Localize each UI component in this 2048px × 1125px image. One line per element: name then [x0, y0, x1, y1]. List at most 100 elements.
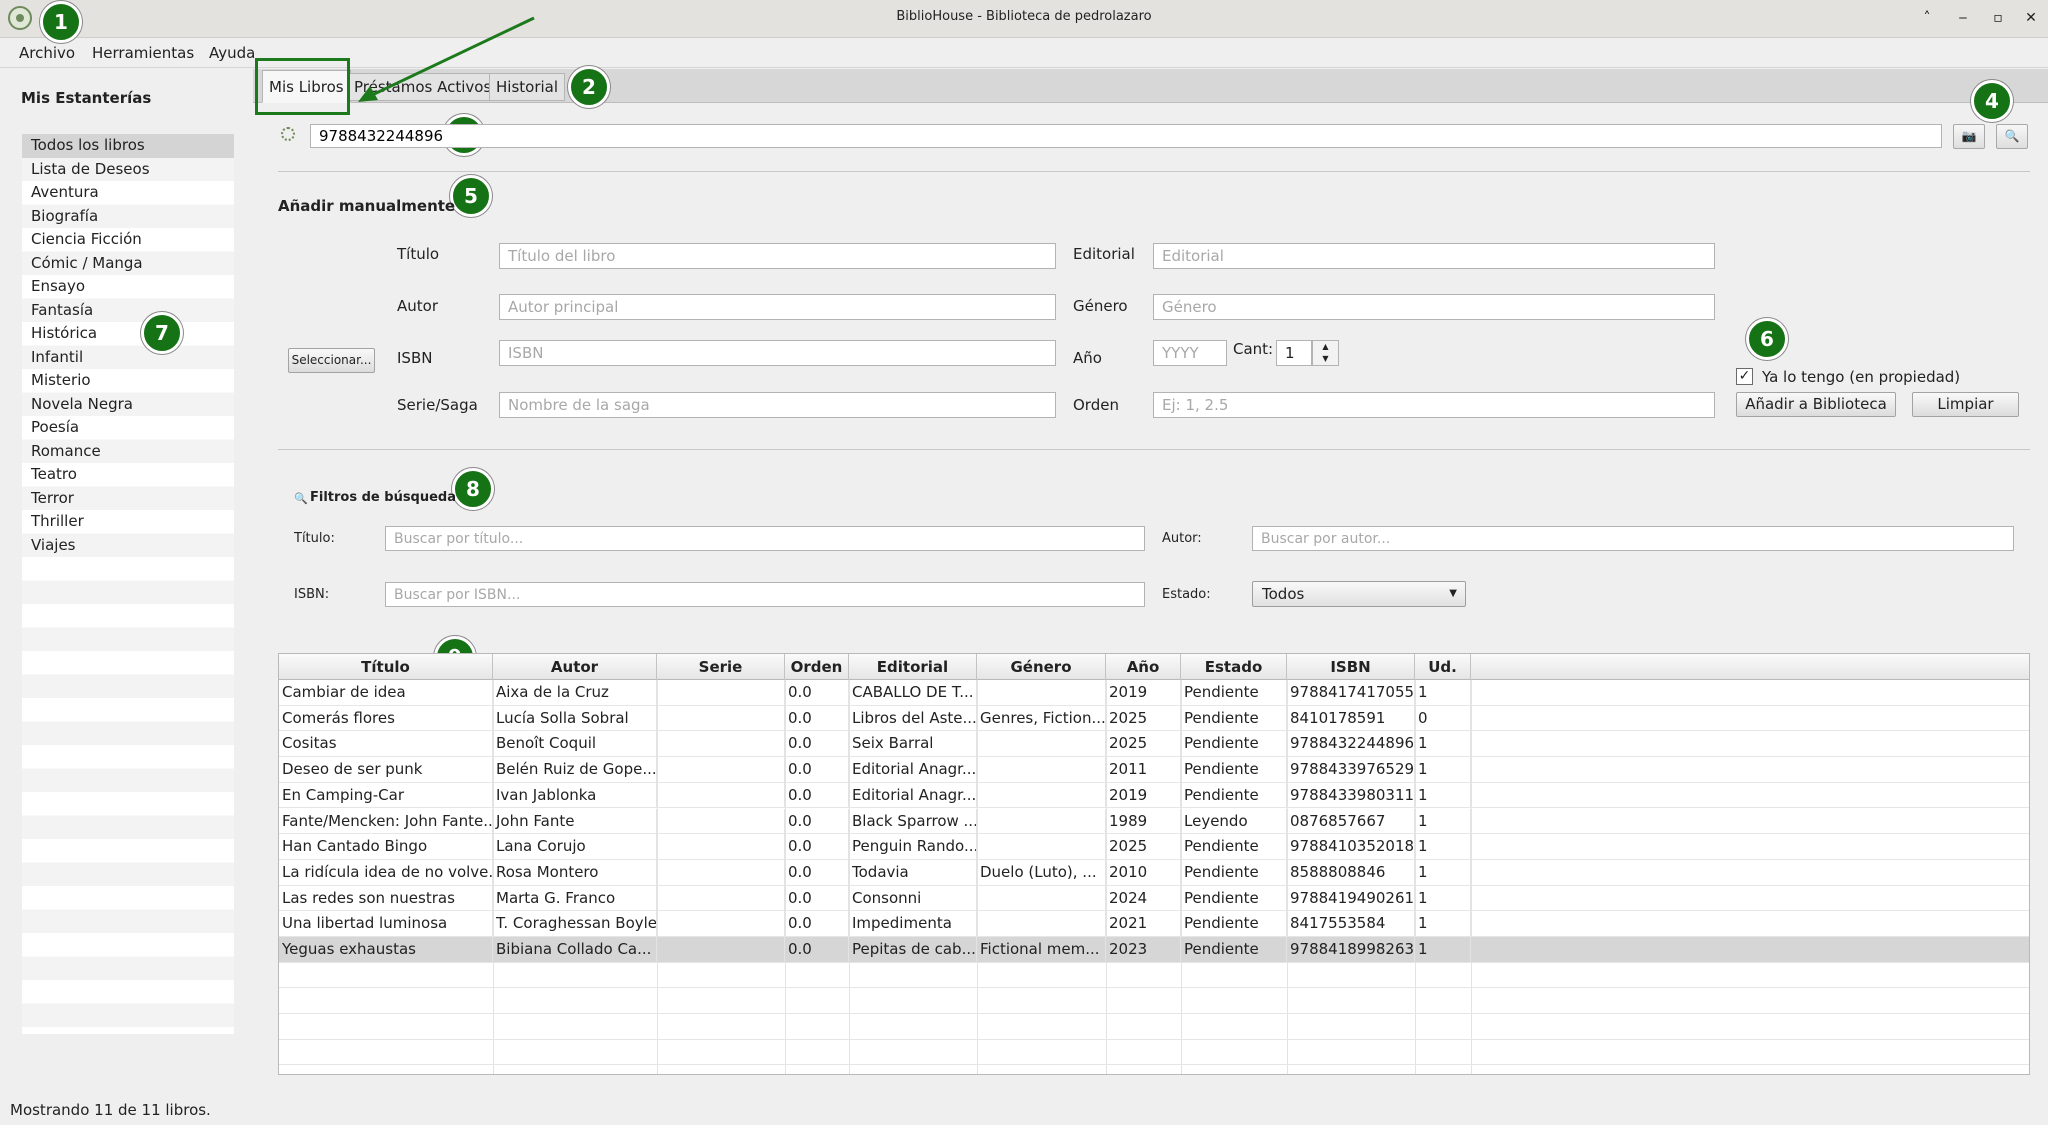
table-cell: Editorial Anagr... — [849, 782, 977, 809]
empty-table-row — [279, 1014, 2029, 1040]
spinner-down-icon[interactable]: ▼ — [1313, 353, 1338, 365]
search-button[interactable]: 🔍 — [1996, 124, 2028, 149]
table-cell: Comerás flores — [279, 705, 493, 732]
table-row[interactable]: Una libertad luminosa T. Coraghessan Boyl… — [279, 911, 2029, 937]
shelf-item-novela-negra[interactable]: Novela Negra — [22, 393, 234, 417]
isbn-input[interactable] — [499, 340, 1056, 366]
spinner-up-icon[interactable]: ▲ — [1313, 341, 1338, 353]
anio-input[interactable] — [1153, 340, 1227, 366]
col-anio[interactable]: Año — [1106, 654, 1181, 680]
window-minimize-button[interactable]: ‒ — [1952, 8, 1974, 28]
table-cell: Lucía Solla Sobral — [493, 705, 657, 732]
menu-archivo[interactable]: Archivo — [19, 44, 75, 62]
table-cell — [657, 885, 785, 912]
table-cell: Todavia — [849, 859, 977, 886]
table-cell: Pendiente — [1181, 731, 1287, 758]
shelf-item-biografia[interactable]: Biografía — [22, 205, 234, 229]
table-cell: Pendiente — [1181, 859, 1287, 886]
col-autor[interactable]: Autor — [493, 654, 657, 680]
table-cell: 0.0 — [785, 705, 849, 732]
shelf-item-terror[interactable]: Terror — [22, 487, 234, 511]
table-cell: Pendiente — [1181, 782, 1287, 809]
table-cell: Seix Barral — [849, 731, 977, 758]
serie-input[interactable] — [499, 392, 1056, 418]
shelf-item-misterio[interactable]: Misterio — [22, 369, 234, 393]
window-close-button[interactable]: ✕ — [2020, 8, 2042, 28]
isbn-quick-input[interactable] — [310, 124, 1942, 148]
marker-4: 4 — [1971, 80, 2013, 122]
shelf-item-aventura[interactable]: Aventura — [22, 181, 234, 205]
table-row[interactable]: Las redes son nuestras Marta G. Franco 0.0… — [279, 885, 2029, 912]
menu-ayuda[interactable]: Ayuda — [209, 44, 255, 62]
menu-herramientas[interactable]: Herramientas — [92, 44, 194, 62]
shelf-item-todos[interactable]: Todos los libros — [22, 134, 234, 158]
shelf-item-thriller[interactable]: Thriller — [22, 510, 234, 534]
col-ud[interactable]: Ud. — [1415, 654, 1471, 680]
table-row[interactable]: Cambiar de idea Aixa de la Cruz 0.0 CABALLO… — [279, 680, 2029, 706]
separator — [278, 449, 2030, 450]
shelf-item-comic-manga[interactable]: Cómic / Manga — [22, 252, 234, 276]
table-cell: Rosa Montero — [493, 859, 657, 886]
annotation-arrow-icon — [358, 16, 535, 102]
table-cell: 2019 — [1106, 680, 1181, 706]
genero-input[interactable] — [1153, 294, 1715, 320]
col-estado[interactable]: Estado — [1181, 654, 1287, 680]
filter-isbn-input[interactable] — [385, 582, 1145, 607]
col-isbn[interactable]: ISBN — [1287, 654, 1415, 680]
col-titulo[interactable]: Título — [279, 654, 493, 680]
table-cell: 1 — [1415, 731, 1471, 758]
table-cell: 0.0 — [785, 937, 849, 963]
table-row[interactable]: La ridícula idea de no volve... Rosa Mont… — [279, 859, 2029, 886]
autor-input[interactable] — [499, 294, 1056, 320]
table-cell: Cambiar de idea — [279, 680, 493, 706]
table-cell: Libros del Aste... — [849, 705, 977, 732]
cant-spinner[interactable]: ▲ ▼ — [1312, 340, 1339, 366]
filter-titulo-input[interactable] — [385, 526, 1145, 551]
table-row[interactable]: Cositas Benoît Coquil 0.0 Seix Barral 2025 Pe… — [279, 731, 2029, 758]
empty-table-row — [279, 988, 2029, 1015]
col-orden[interactable]: Orden — [785, 654, 849, 680]
table-cell: 0.0 — [785, 859, 849, 886]
table-row[interactable]: Comerás flores Lucía Solla Sobral 0.0 Libro… — [279, 705, 2029, 732]
cant-input[interactable]: 1 — [1276, 340, 1312, 366]
table-row[interactable]: Han Cantado Bingo Lana Corujo 0.0 Penguin R… — [279, 834, 2029, 860]
shelf-item-teatro[interactable]: Teatro — [22, 463, 234, 487]
camera-button[interactable]: 📷 — [1953, 124, 1985, 149]
shelf-item-poesia[interactable]: Poesía — [22, 416, 234, 440]
table-row[interactable]: Yeguas exhaustas Bibiana Collado Ca... 0.0… — [279, 937, 2029, 963]
shelf-item-deseos[interactable]: Lista de Deseos — [22, 158, 234, 182]
shelf-item-historica[interactable]: Histórica — [22, 322, 234, 346]
shelf-list: Todos los libros Lista de Deseos Aventur… — [22, 134, 234, 1034]
clear-button[interactable]: Limpiar — [1912, 392, 2019, 417]
estado-select[interactable]: Todos ▼ — [1252, 581, 1466, 607]
table-cell: Editorial Anagr... — [849, 757, 977, 783]
filter-estado-label: Estado: — [1162, 587, 1211, 602]
filter-autor-input[interactable] — [1252, 526, 2014, 551]
table-cell: Leyendo — [1181, 808, 1287, 835]
table-row[interactable]: Deseo de ser punk Belén Ruiz de Gope... 0.… — [279, 757, 2029, 783]
col-genero[interactable]: Género — [977, 654, 1106, 680]
shelf-item-viajes[interactable]: Viajes — [22, 534, 234, 558]
owned-checkbox[interactable]: ✓ — [1736, 368, 1753, 385]
col-serie[interactable]: Serie — [657, 654, 785, 680]
table-row[interactable]: En Camping-Car Ivan Jablonka 0.0 Editorial … — [279, 782, 2029, 809]
window-up-icon[interactable]: ˄ — [1916, 8, 1938, 28]
select-cover-button[interactable]: Seleccionar... — [288, 348, 375, 373]
shelf-item-fantasia[interactable]: Fantasía — [22, 299, 234, 323]
table-row[interactable]: Fante/Mencken: John Fante... John Fante 0.… — [279, 808, 2029, 835]
table-cell: 2019 — [1106, 782, 1181, 809]
orden-input[interactable] — [1153, 392, 1715, 418]
shelf-item-ciencia-ficcion[interactable]: Ciencia Ficción — [22, 228, 234, 252]
editorial-input[interactable] — [1153, 243, 1715, 269]
shelf-item-ensayo[interactable]: Ensayo — [22, 275, 234, 299]
marker-8: 8 — [452, 468, 494, 510]
titulo-input[interactable] — [499, 243, 1056, 269]
window-maximize-button[interactable]: ▫ — [1987, 8, 2009, 28]
shelf-item-romance[interactable]: Romance — [22, 440, 234, 464]
window-title: BiblioHouse - Biblioteca de pedrolazaro — [896, 9, 1152, 24]
table-cell: John Fante — [493, 808, 657, 835]
add-to-library-button[interactable]: Añadir a Biblioteca — [1736, 392, 1896, 417]
col-editorial[interactable]: Editorial — [849, 654, 977, 680]
shelf-item-infantil[interactable]: Infantil — [22, 346, 234, 370]
manual-add-title: Añadir manualmente — [278, 197, 456, 215]
